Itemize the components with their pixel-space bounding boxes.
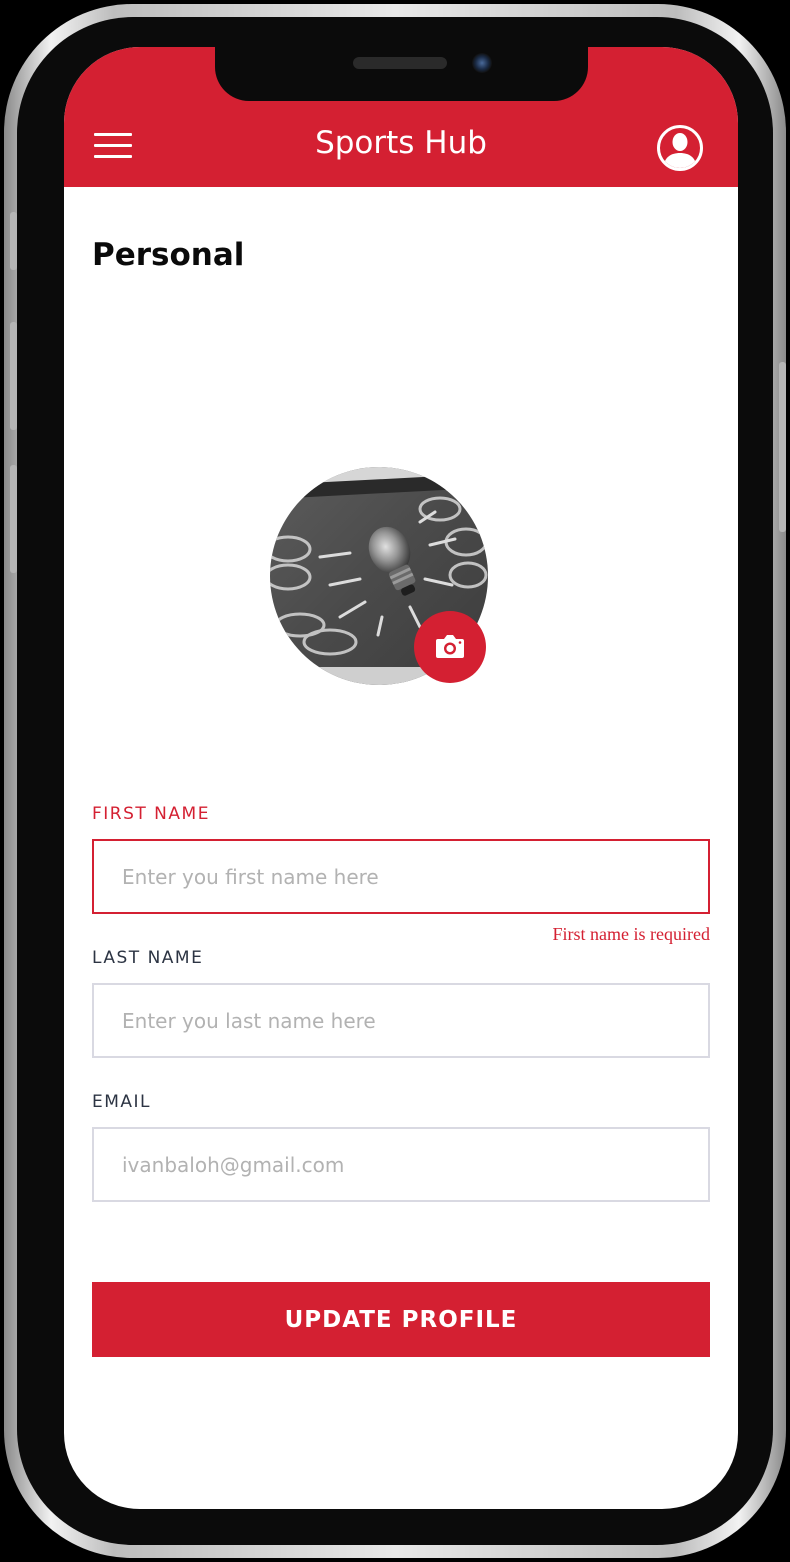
app-screen: Sports Hub Personal FIRST NAME Enter you… xyxy=(64,47,738,1509)
avatar-container xyxy=(270,467,488,685)
front-camera xyxy=(472,53,492,73)
first-name-input[interactable] xyxy=(92,839,710,914)
last-name-input[interactable] xyxy=(92,983,710,1058)
app-title: Sports Hub xyxy=(315,125,487,161)
volume-up-button xyxy=(10,322,17,430)
first-name-error: First name is required xyxy=(552,924,710,944)
volume-down-button xyxy=(10,465,17,573)
section-title: Personal xyxy=(92,237,245,273)
camera-icon xyxy=(436,635,464,658)
last-name-label: LAST NAME xyxy=(92,948,204,968)
phone-notch xyxy=(215,47,588,101)
silent-switch xyxy=(10,212,17,270)
change-photo-button[interactable] xyxy=(414,611,486,683)
first-name-label: FIRST NAME xyxy=(92,804,210,824)
power-button xyxy=(779,362,786,532)
email-label: EMAIL xyxy=(92,1092,152,1112)
update-profile-button[interactable]: UPDATE PROFILE xyxy=(92,1282,710,1357)
email-input[interactable] xyxy=(92,1127,710,1202)
user-profile-icon[interactable] xyxy=(657,125,703,171)
speaker-grille xyxy=(353,57,447,69)
